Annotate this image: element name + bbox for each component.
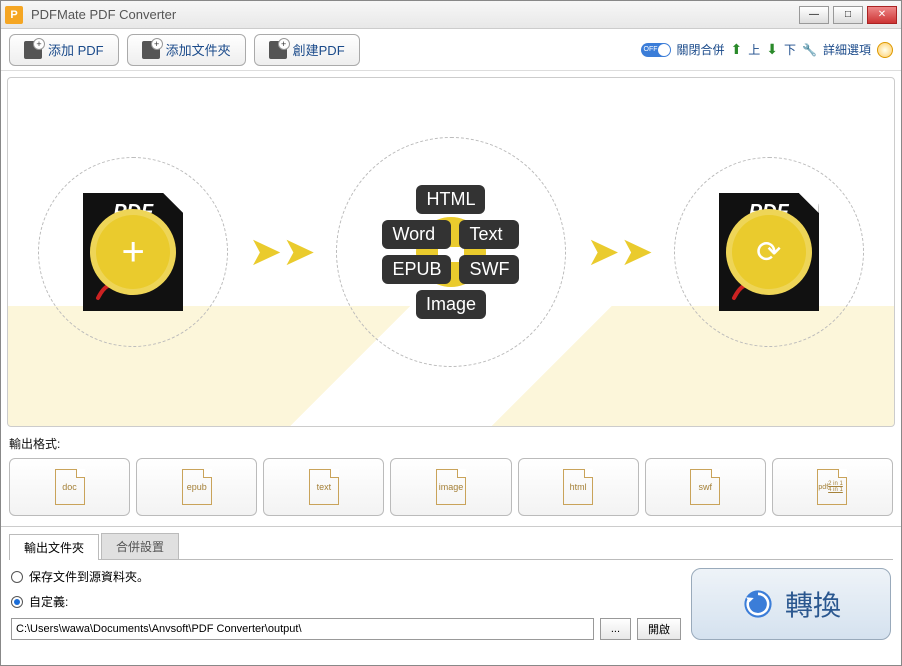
move-down-icon[interactable]: ⬇: [766, 41, 778, 58]
language-icon[interactable]: [877, 42, 893, 58]
output-formats-label: 輸出格式:: [1, 433, 901, 454]
merge-toggle[interactable]: OFF: [641, 43, 671, 57]
pdf-icon: pdf2 in 1 4 in 1: [817, 469, 847, 505]
browse-button[interactable]: ...: [600, 618, 631, 640]
radio-icon: [11, 571, 23, 583]
maximize-button[interactable]: □: [833, 6, 863, 24]
format-badge-epub: EPUB: [382, 255, 451, 284]
output-format-bar: doc epub text image html swf pdf2 in 1 4…: [1, 454, 901, 527]
format-badge-word: Word: [382, 220, 451, 249]
app-window: P PDFMate PDF Converter — □ ✕ 添加 PDF 添加文…: [0, 0, 902, 666]
convert-icon: [741, 587, 775, 621]
add-pdf-label: 添加 PDF: [48, 40, 104, 59]
create-pdf-button[interactable]: 創建PDF: [254, 34, 360, 66]
format-button-html[interactable]: html: [518, 458, 639, 516]
settings-icon[interactable]: 🔧: [802, 43, 817, 57]
doc-icon: doc: [55, 469, 85, 505]
title-bar: P PDFMate PDF Converter — □ ✕: [1, 1, 901, 29]
tab-output-folder[interactable]: 輸出文件夾: [9, 534, 99, 560]
format-button-pdf[interactable]: pdf2 in 1 4 in 1: [772, 458, 893, 516]
arrow-icon: ➤➤: [586, 229, 653, 275]
format-badge-image: Image: [416, 290, 486, 319]
add-folder-icon: [142, 41, 160, 59]
output-folder-panel: 保存文件到源資料夾。 自定義: ... 開啟: [11, 568, 681, 640]
add-pdf-icon: [24, 41, 42, 59]
bottom-tabs: 輸出文件夾 合併設置: [9, 533, 893, 560]
format-badge-html: HTML: [416, 185, 485, 214]
save-to-source-label: 保存文件到源資料夾。: [29, 568, 149, 585]
bottom-panel: 保存文件到源資料夾。 自定義: ... 開啟 轉換: [1, 560, 901, 650]
tab-merge-settings[interactable]: 合併設置: [101, 533, 179, 559]
close-button[interactable]: ✕: [867, 6, 897, 24]
path-row: ... 開啟: [11, 618, 681, 640]
image-icon: image: [436, 469, 466, 505]
add-pdf-button[interactable]: 添加 PDF: [9, 34, 119, 66]
open-folder-button[interactable]: 開啟: [637, 618, 681, 640]
create-pdf-label: 創建PDF: [293, 40, 345, 59]
convert-label: 轉換: [785, 584, 841, 624]
create-pdf-icon: [269, 41, 287, 59]
workflow-stage: PDF + ➤➤ HTML Word Text EPUB SWF Image: [8, 78, 894, 426]
move-up-label[interactable]: 上: [748, 41, 760, 58]
radio-custom-path[interactable]: 自定義:: [11, 593, 681, 610]
radio-icon: [11, 596, 23, 608]
advanced-options-label[interactable]: 詳細選項: [823, 41, 871, 58]
format-badges: HTML Word Text EPUB SWF Image: [382, 185, 519, 319]
add-folder-label: 添加文件夾: [166, 40, 231, 59]
minimize-button[interactable]: —: [799, 6, 829, 24]
move-up-icon[interactable]: ⬆: [731, 41, 743, 58]
format-button-swf[interactable]: swf: [645, 458, 766, 516]
arrow-icon: ➤➤: [249, 229, 316, 275]
merge-toggle-label: 關閉合併: [677, 41, 725, 58]
main-toolbar: 添加 PDF 添加文件夾 創建PDF OFF 關閉合併 ⬆ 上 ⬇ 下 🔧 詳細選項: [1, 29, 901, 71]
swf-icon: swf: [690, 469, 720, 505]
output-path-input[interactable]: [11, 618, 594, 640]
source-node[interactable]: PDF +: [38, 157, 228, 347]
window-title: PDFMate PDF Converter: [31, 7, 799, 22]
format-button-image[interactable]: image: [390, 458, 511, 516]
formats-node: HTML Word Text EPUB SWF Image: [336, 137, 566, 367]
custom-path-label: 自定義:: [29, 593, 68, 610]
radio-save-to-source[interactable]: 保存文件到源資料夾。: [11, 568, 681, 585]
format-button-doc[interactable]: doc: [9, 458, 130, 516]
format-badge-swf: SWF: [459, 255, 519, 284]
format-button-text[interactable]: text: [263, 458, 384, 516]
format-button-epub[interactable]: epub: [136, 458, 257, 516]
app-logo-icon: P: [5, 6, 23, 24]
text-icon: text: [309, 469, 339, 505]
add-folder-button[interactable]: 添加文件夾: [127, 34, 246, 66]
move-down-label[interactable]: 下: [784, 41, 796, 58]
refresh-overlay-icon: ⟳: [726, 209, 812, 295]
convert-button[interactable]: 轉換: [691, 568, 891, 640]
html-icon: html: [563, 469, 593, 505]
format-badge-text: Text: [459, 220, 519, 249]
target-node: PDF ⟳: [674, 157, 864, 347]
add-overlay-icon: +: [90, 209, 176, 295]
epub-icon: epub: [182, 469, 212, 505]
workflow-canvas: PDF + ➤➤ HTML Word Text EPUB SWF Image: [7, 77, 895, 427]
toolbar-right: OFF 關閉合併 ⬆ 上 ⬇ 下 🔧 詳細選項: [641, 41, 893, 58]
window-controls: — □ ✕: [799, 6, 897, 24]
